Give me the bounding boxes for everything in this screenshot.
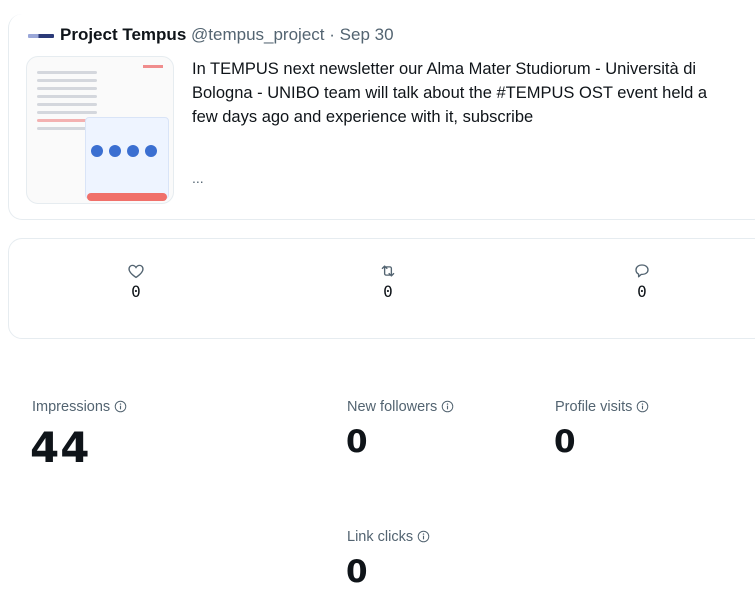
- impressions-label: Impressions: [32, 399, 127, 415]
- tweet-media-thumbnail[interactable]: [26, 56, 174, 204]
- thumb-button: [87, 193, 167, 201]
- link-clicks-value: 0: [346, 554, 368, 590]
- new-followers-label: New followers: [347, 399, 454, 415]
- retweet-action[interactable]: 0: [368, 262, 408, 301]
- tweet-author-line: Project Tempus @tempus_project · Sep 30: [28, 25, 394, 45]
- like-count: 0: [131, 282, 141, 301]
- like-action[interactable]: 0: [116, 262, 156, 301]
- link-clicks-label-text: Link clicks: [347, 529, 414, 545]
- reply-count: 0: [637, 282, 647, 301]
- impressions-value: 44: [30, 423, 91, 472]
- profile-visits-value: 0: [554, 424, 576, 460]
- impressions-label-text: Impressions: [32, 399, 111, 415]
- heart-icon[interactable]: [127, 262, 145, 280]
- reply-icon[interactable]: [633, 262, 651, 280]
- thumb-panel: [85, 117, 169, 199]
- info-icon[interactable]: [114, 400, 127, 413]
- info-icon[interactable]: [636, 400, 649, 413]
- profile-visits-label-text: Profile visits: [555, 399, 633, 415]
- date-separator: ·: [329, 25, 335, 44]
- avatar[interactable]: [28, 33, 54, 38]
- info-icon[interactable]: [417, 530, 430, 543]
- info-icon[interactable]: [441, 400, 454, 413]
- tweet-text: In TEMPUS next newsletter our Alma Mater…: [192, 60, 708, 126]
- thumb-social-icons: [91, 145, 157, 157]
- link-clicks-label: Link clicks: [347, 529, 430, 545]
- reply-action[interactable]: 0: [622, 262, 662, 301]
- author-handle[interactable]: @tempus_project: [191, 25, 325, 44]
- profile-visits-label: Profile visits: [555, 399, 649, 415]
- thumb-accent: [143, 65, 163, 68]
- retweet-icon[interactable]: [378, 262, 398, 280]
- new-followers-label-text: New followers: [347, 399, 438, 415]
- tweet-date[interactable]: Sep 30: [340, 25, 394, 44]
- new-followers-value: 0: [346, 424, 368, 460]
- author-name[interactable]: Project Tempus: [60, 25, 186, 44]
- retweet-count: 0: [383, 282, 393, 301]
- tweet-more[interactable]: ...: [192, 170, 204, 186]
